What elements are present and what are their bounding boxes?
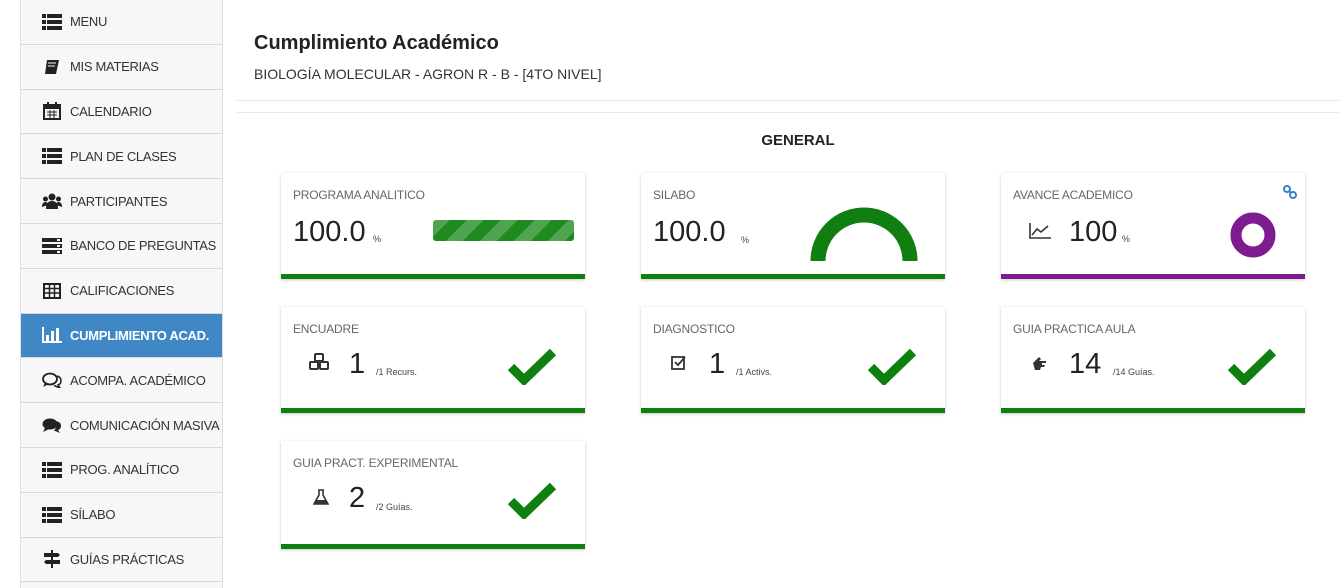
card-avance-academico: AVANCE ACADEMICO 100 % <box>1001 173 1305 279</box>
sidebar-item-calificaciones[interactable]: CALIFICACIONES <box>21 268 222 314</box>
sidebar-item-silabo[interactable]: SÍLABO <box>21 492 222 538</box>
card-silabo: SILABO 100.0 % <box>641 173 945 279</box>
users-icon <box>41 192 63 210</box>
main-panel: GENERAL PROGRAMA ANALITICO 100.0 % SILAB… <box>237 112 1339 588</box>
card-detail: /1 Recurs. <box>376 367 418 377</box>
card-label: DIAGNOSTICO <box>653 322 735 336</box>
book-icon <box>41 58 63 76</box>
flask-icon <box>312 489 330 510</box>
table-icon <box>41 282 63 300</box>
check-icon <box>507 481 557 524</box>
check-icon <box>1227 347 1277 390</box>
sidebar-item-label: CUMPLIMIENTO ACAD. <box>70 327 210 343</box>
card-unit: % <box>1122 234 1131 244</box>
card-label: ENCUADRE <box>293 322 359 336</box>
gauge-fill <box>810 207 918 262</box>
list-icon <box>41 147 63 165</box>
ring-chart <box>1230 212 1276 258</box>
sidebar-item-prog-analitico[interactable]: PROG. ANALÍTICO <box>21 447 222 493</box>
card-label: GUIA PRACTICA AULA <box>1013 322 1136 336</box>
sidebar-item-label: GUÍAS PRÁCTICAS <box>70 551 184 567</box>
sidebar-item-label: CALENDARIO <box>70 103 152 119</box>
sidebar-item-label: SÍLABO <box>70 507 116 523</box>
sidebar-item-mis-materias[interactable]: MIS MATERIAS <box>21 44 222 90</box>
semicircle-gauge <box>810 207 918 262</box>
sidebar-item-label: BANCO DE PREGUNTAS <box>70 238 217 254</box>
sidebar-item-label: PARTICIPANTES <box>70 193 168 209</box>
progress-bar-fill <box>433 220 574 241</box>
check-icon <box>507 347 557 390</box>
sidebar-item-label: COMUNICACIÓN MASIVA <box>70 417 220 433</box>
link-icon[interactable] <box>1283 185 1297 204</box>
sidebar-item-participantes[interactable]: PARTICIPANTES <box>21 179 222 224</box>
card-label: SILABO <box>653 188 696 202</box>
sidebar-item-plan-de-clases[interactable]: PLAN DE CLASES <box>21 134 222 180</box>
card-value: 100.0 <box>293 216 366 248</box>
sidebar-item-label: PLAN DE CLASES <box>70 148 177 164</box>
card-value: 100 <box>1069 216 1118 248</box>
card-detail: /2 Guías. <box>376 502 413 512</box>
comments-icon <box>41 371 63 389</box>
calendar-icon <box>41 102 63 121</box>
card-guia-practica-aula: GUIA PRACTICA AULA 14 /14 Guías. <box>1001 307 1305 413</box>
server-icon <box>41 237 63 255</box>
hand-icon <box>1031 355 1049 376</box>
bar-chart-icon <box>41 326 63 344</box>
card-diagnostico: DIAGNOSTICO 1 /1 Activs. <box>641 307 945 413</box>
app-root: MENU MIS MATERIAS CALENDARIO PLAN DE CLA… <box>0 0 1339 588</box>
card-encuadre: ENCUADRE 1 /1 Recurs. <box>281 307 585 413</box>
sidebar-item-menu[interactable]: MENU <box>21 0 222 45</box>
card-unit: % <box>741 235 750 245</box>
card-label: PROGRAMA ANALITICO <box>293 188 425 202</box>
sidebar-item-banco-de-preguntas[interactable]: BANCO DE PREGUNTAS <box>21 223 222 269</box>
list-icon <box>41 461 63 479</box>
sidebar-item-cumplimiento-acad[interactable]: CUMPLIMIENTO ACAD. <box>21 313 222 359</box>
card-label: AVANCE ACADEMICO <box>1013 188 1133 202</box>
card-label: GUIA PRACT. EXPERIMENTAL <box>293 456 459 470</box>
card-detail: /1 Activs. <box>736 367 773 377</box>
card-value: 2 <box>349 482 366 514</box>
page-header: Cumplimiento Académico BIOLOGÍA MOLECULA… <box>237 0 1339 101</box>
section-title: GENERAL <box>761 132 835 149</box>
card-value: 1 <box>349 348 366 380</box>
sidebar-item-label: CALIFICACIONES <box>70 283 175 299</box>
sidebar-item-guias-practicas[interactable]: GUÍAS PRÁCTICAS <box>21 537 222 583</box>
signpost-icon <box>41 550 63 569</box>
sidebar-item-comunicacion-masiva[interactable]: COMUNICACIÓN MASIVA <box>21 403 222 448</box>
card-detail: /14 Guías. <box>1113 367 1155 377</box>
line-chart-icon <box>1029 223 1051 244</box>
sidebar: MENU MIS MATERIAS CALENDARIO PLAN DE CLA… <box>20 0 223 588</box>
sidebar-item-label: MIS MATERIAS <box>70 59 159 75</box>
comments-solid-icon <box>41 416 63 434</box>
progress-bar <box>433 220 574 241</box>
card-value: 1 <box>709 348 726 380</box>
ring-fill <box>1230 212 1276 258</box>
sidebar-item-label: ACOMPA. ACADÉMICO <box>70 372 206 388</box>
checkbox-icon <box>671 355 687 376</box>
card-programa-analitico: PROGRAMA ANALITICO 100.0 % <box>281 173 585 279</box>
sidebar-item-label: MENU <box>70 14 108 30</box>
check-icon <box>867 347 917 390</box>
sidebar-item-acompa-academico[interactable]: ACOMPA. ACADÉMICO <box>21 358 222 404</box>
card-value: 100.0 <box>653 216 726 248</box>
sidebar-item-label: PROG. ANALÍTICO <box>70 462 179 478</box>
cubes-icon <box>309 353 329 376</box>
card-value: 14 <box>1069 348 1102 380</box>
list-icon <box>41 506 63 524</box>
list-icon <box>41 13 63 31</box>
sidebar-item-calendario[interactable]: CALENDARIO <box>21 89 222 135</box>
page-title: Cumplimiento Académico <box>254 32 499 54</box>
card-guia-pract-experimental: GUIA PRACT. EXPERIMENTAL 2 /2 Guías. <box>281 441 585 549</box>
course-subtitle: BIOLOGÍA MOLECULAR - AGRON R - B - [4TO … <box>254 66 602 82</box>
card-unit: % <box>373 234 382 244</box>
